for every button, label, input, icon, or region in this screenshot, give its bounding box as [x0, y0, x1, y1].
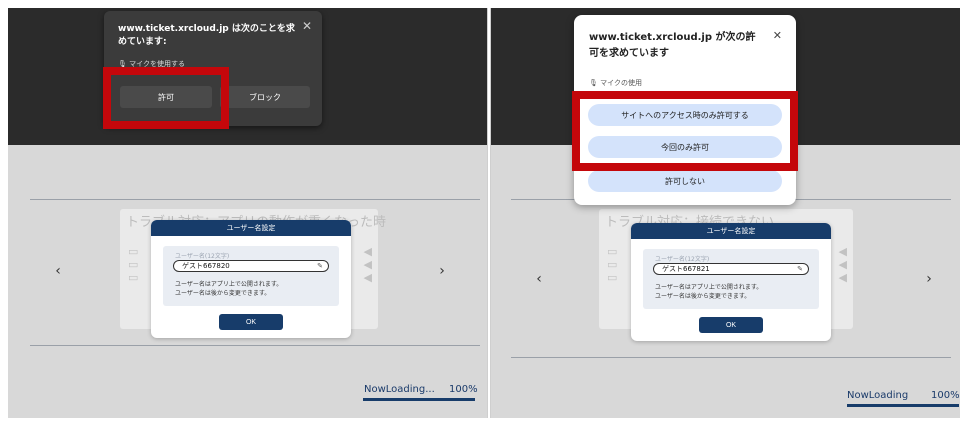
loading-bar — [847, 404, 959, 407]
username-input[interactable]: ゲスト667820 ✎ — [173, 260, 329, 272]
block-button[interactable]: ブロック — [220, 86, 310, 108]
username-label: ユーザー名(12文字) — [175, 253, 230, 260]
loading-percent: 100% — [931, 390, 960, 401]
mic-icon: 🎙 — [589, 79, 598, 87]
loading-bar — [363, 398, 475, 401]
highlight-box-options — [572, 91, 798, 171]
never-allow-button[interactable]: 許可しない — [588, 170, 782, 192]
side-icons-right: ◀ ◀ ◀ — [363, 245, 372, 284]
loading-text: NowLoading... — [364, 384, 435, 395]
pencil-icon: ✎ — [317, 262, 323, 270]
loading-text: NowLoading — [847, 390, 909, 401]
divider-top — [30, 199, 480, 200]
permission-title: www.ticket.xrcloud.jp は次のことを求めています: — [118, 24, 295, 47]
username-input[interactable]: ゲスト667821 ✎ — [653, 263, 809, 275]
permission-title: www.ticket.xrcloud.jp が次の許可を求めています — [589, 32, 756, 59]
side-icons-left: ▭ ▭ ▭ — [128, 245, 139, 284]
highlight-box-allow — [103, 67, 229, 129]
ok-button[interactable]: OK — [699, 317, 763, 333]
left-screenshot: トラブル対応：アプリの動作が重くなった時 ▭▭▭ ◀◀◀ ‹ › ユーザー名設定… — [8, 8, 488, 418]
prev-arrow[interactable]: ‹ — [533, 271, 545, 287]
prev-arrow[interactable]: ‹ — [52, 263, 64, 279]
next-arrow[interactable]: › — [923, 271, 935, 287]
note-public: ユーザー名はアプリ上で公開されます。 — [655, 284, 763, 291]
note-changeable: ユーザー名は後から変更できます。 — [655, 293, 751, 300]
mic-label: マイクの使用 — [600, 79, 642, 87]
loading-percent: 100% — [449, 384, 478, 395]
username-modal: ユーザー名設定 ユーザー名(12文字) ゲスト667821 ✎ ユーザー名はアプ… — [631, 223, 831, 341]
next-arrow[interactable]: › — [436, 263, 448, 279]
close-icon[interactable]: ✕ — [302, 19, 312, 33]
modal-body: ユーザー名(12文字) ゲスト667820 ✎ ユーザー名はアプリ上で公開されま… — [163, 246, 339, 306]
divider-bottom — [30, 345, 480, 346]
divider-bottom — [511, 357, 951, 358]
modal-body: ユーザー名(12文字) ゲスト667821 ✎ ユーザー名はアプリ上で公開されま… — [643, 249, 819, 309]
side-icons-left: ▭ ▭ ▭ — [607, 245, 618, 284]
close-icon[interactable]: ✕ — [773, 29, 782, 42]
username-label: ユーザー名(12文字) — [655, 256, 710, 263]
pencil-icon: ✎ — [797, 265, 803, 273]
side-icons-right: ◀ ◀ ◀ — [838, 245, 847, 284]
modal-header: ユーザー名設定 — [631, 223, 831, 239]
ok-button[interactable]: OK — [219, 314, 283, 330]
note-public: ユーザー名はアプリ上で公開されます。 — [175, 281, 283, 288]
username-value: ゲスト667821 — [662, 265, 710, 273]
username-value: ゲスト667820 — [182, 262, 230, 270]
modal-header: ユーザー名設定 — [151, 220, 351, 236]
app-background: トラブル対応：アプリの動作が重くなった時 ▭▭▭ ◀◀◀ ‹ › ユーザー名設定… — [8, 145, 487, 418]
right-screenshot: トラブル対応：接続できない ▭▭▭ ◀◀◀ ‹ › ユーザー名設定 ユーザー名(… — [490, 8, 960, 418]
note-changeable: ユーザー名は後から変更できます。 — [175, 290, 271, 297]
mic-row: 🎙 マイクの使用 — [589, 78, 642, 88]
username-modal: ユーザー名設定 ユーザー名(12文字) ゲスト667820 ✎ ユーザー名はアプ… — [151, 220, 351, 338]
